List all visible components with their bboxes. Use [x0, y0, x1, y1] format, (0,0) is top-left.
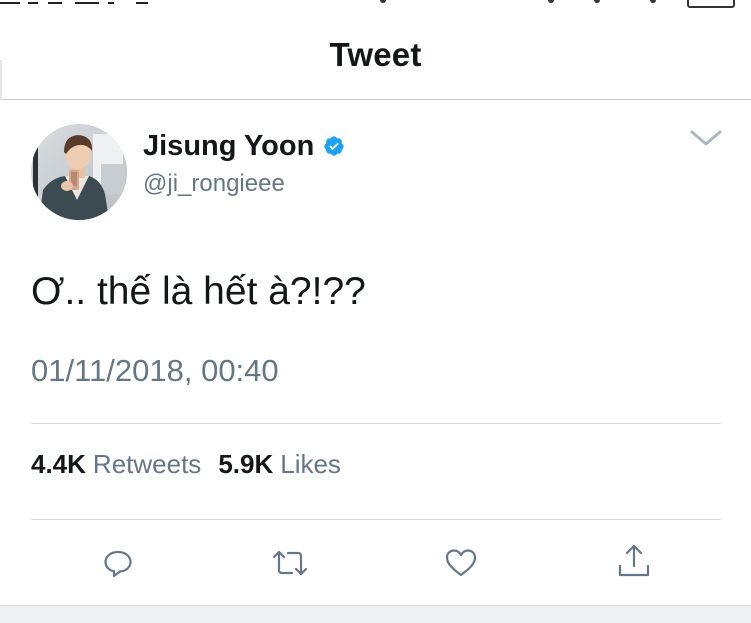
status-dot: [548, 0, 554, 3]
more-options-chevron-down-icon[interactable]: [688, 126, 724, 150]
nav-header: Tweet: [0, 10, 751, 100]
status-dot: [594, 0, 600, 3]
retweets-count: 4.4K: [31, 449, 86, 479]
likes-stat[interactable]: 5.9K Likes: [218, 449, 341, 480]
tweet-timestamp[interactable]: 01/11/2018, 00:40: [31, 353, 279, 389]
tweet-detail-screen: Tweet Jisung Yoon @ji_rongieee Ơ.. thế l…: [0, 0, 751, 623]
reply-button[interactable]: [98, 543, 138, 583]
likes-label: Likes: [280, 449, 341, 479]
share-button[interactable]: [614, 540, 654, 580]
avatar[interactable]: [31, 124, 127, 220]
display-name[interactable]: Jisung Yoon: [143, 130, 314, 163]
verified-badge-icon: [323, 135, 345, 157]
likes-count: 5.9K: [218, 449, 274, 479]
status-bar-left: [0, 0, 150, 4]
bottom-bar: [0, 605, 751, 623]
retweet-icon: [272, 550, 308, 576]
retweet-button[interactable]: [270, 543, 310, 583]
share-icon: [618, 544, 650, 577]
user-handle[interactable]: @ji_rongieee: [143, 170, 285, 198]
like-button[interactable]: [441, 543, 481, 583]
display-name-row[interactable]: Jisung Yoon: [143, 128, 345, 164]
battery-icon: [687, 0, 735, 8]
tweet-stats: 4.4K Retweets 5.9K Likes: [31, 449, 341, 480]
like-icon: [445, 549, 477, 577]
retweets-stat[interactable]: 4.4K Retweets: [31, 449, 201, 480]
tweet-text: Ơ.. thế là hết à?!??: [31, 270, 366, 313]
status-dot: [650, 0, 656, 3]
retweets-label: Retweets: [92, 449, 202, 479]
page-title: Tweet: [329, 36, 422, 73]
divider: [31, 519, 721, 520]
status-dot: [380, 0, 386, 3]
status-bar: [0, 0, 751, 10]
reply-icon: [104, 550, 132, 578]
profile-photo-icon: [31, 124, 127, 220]
divider: [31, 423, 721, 424]
